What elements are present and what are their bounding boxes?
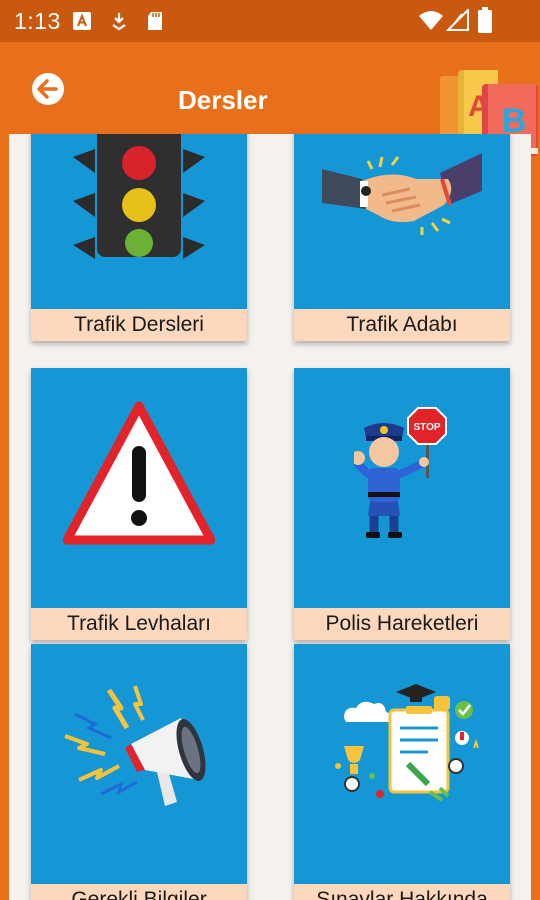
font-app-notification-icon — [73, 12, 91, 30]
download-notification-icon — [112, 13, 126, 31]
card-polis-hareketleri[interactable]: STOP Polis Hareketleri — [294, 368, 510, 640]
card-trafik-adabi[interactable]: Trafik Adabı — [294, 134, 510, 341]
page-title: Dersler — [178, 85, 268, 115]
back-button[interactable] — [28, 69, 68, 109]
battery-icon — [478, 7, 492, 33]
card-label: Trafik Levhaları — [31, 608, 247, 640]
card-trafik-levhalari[interactable]: Trafik Levhaları — [31, 368, 247, 640]
lessons-grid: Trafik Dersleri Trafik Adabı Trafik Levh… — [9, 134, 531, 900]
card-sinavlar-hakkinda[interactable]: Sınavlar Hakkında — [294, 644, 510, 900]
stop-sign-text: STOP — [413, 422, 440, 433]
exam-icon — [335, 684, 479, 802]
card-label: Sınavlar Hakkında — [294, 884, 510, 900]
traffic-light-icon — [73, 134, 205, 259]
app-bar: Dersler A B — [0, 42, 540, 156]
warning-sign-icon — [63, 401, 215, 545]
handshake-icon — [322, 153, 482, 235]
card-label: Trafik Dersleri — [31, 309, 247, 341]
card-gerekli-bilgiler[interactable]: Gerekli Bilgiler — [31, 644, 247, 900]
arrow-left-icon — [32, 73, 64, 105]
status-bar: 1:13 — [0, 0, 540, 42]
sd-card-icon — [148, 12, 162, 30]
card-label: Trafik Adabı — [294, 309, 510, 341]
card-label: Gerekli Bilgiler — [31, 884, 247, 900]
status-time: 1:13 — [14, 8, 61, 34]
card-trafik-dersleri[interactable]: Trafik Dersleri — [31, 134, 247, 341]
signal-icon — [446, 9, 469, 31]
police-officer-icon: STOP — [354, 407, 447, 538]
card-label: Polis Hareketleri — [294, 608, 510, 640]
wifi-icon — [419, 11, 443, 30]
megaphone-icon — [64, 685, 206, 806]
